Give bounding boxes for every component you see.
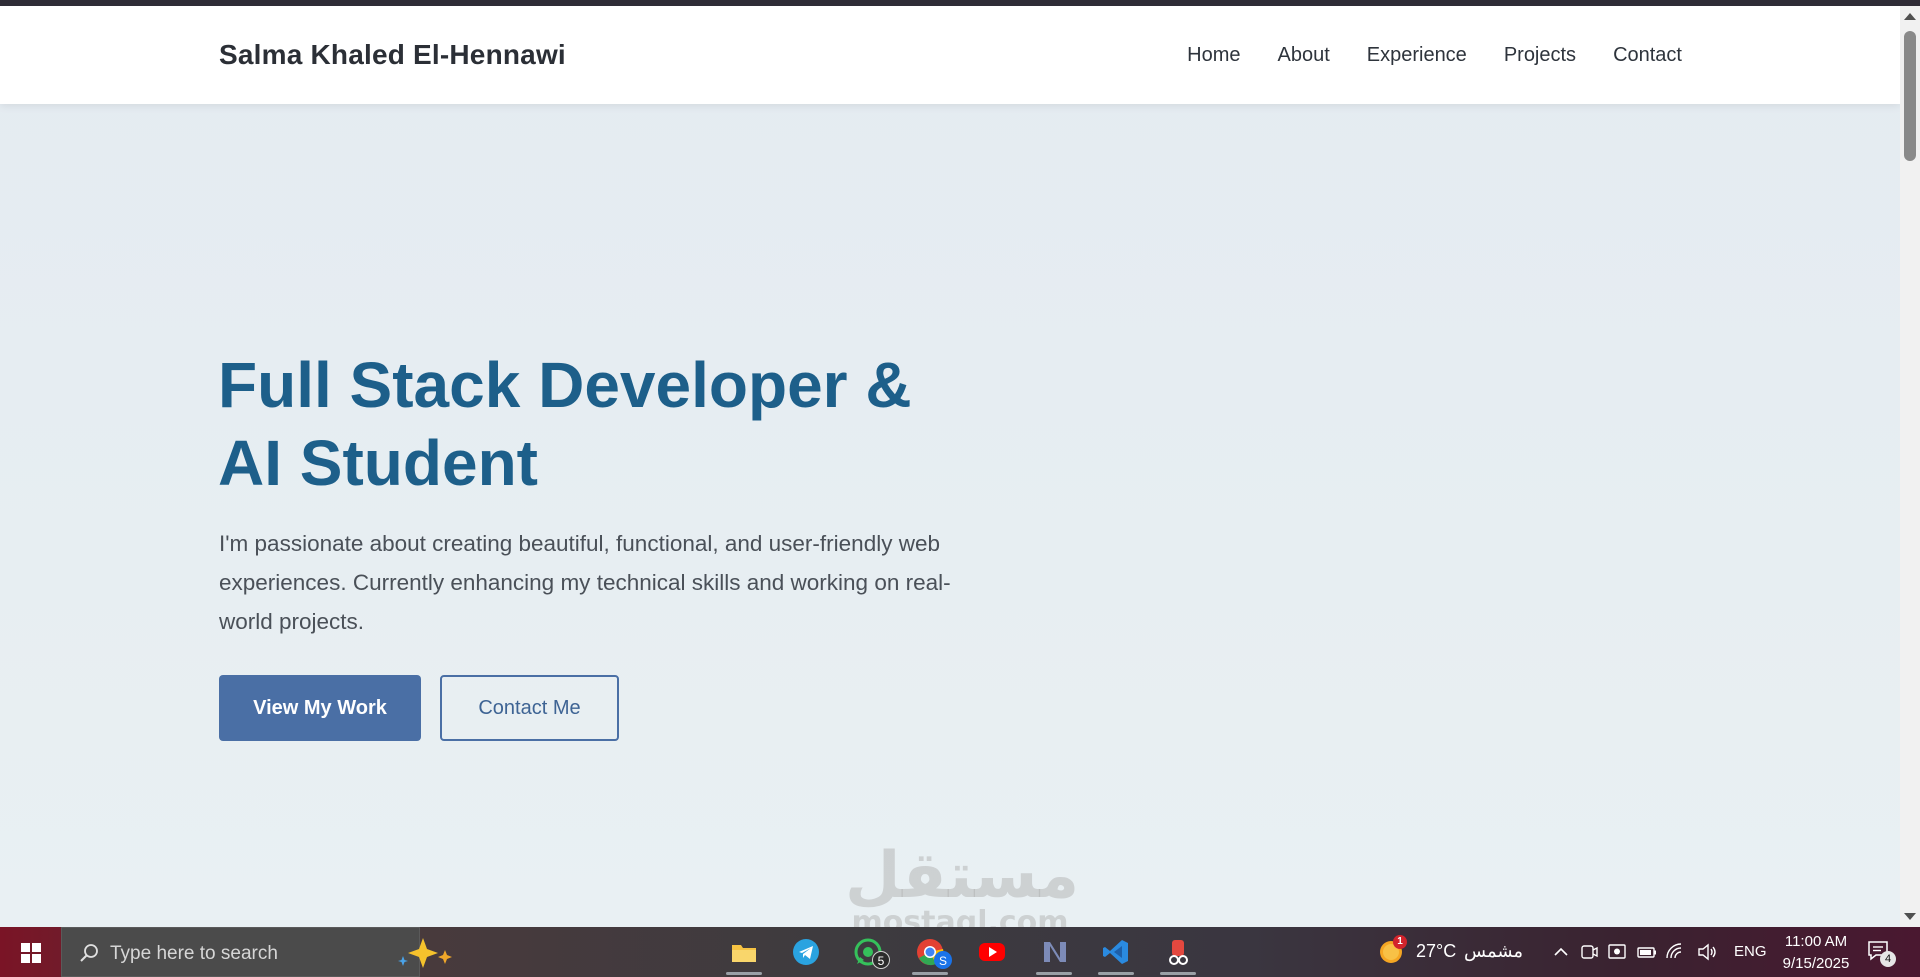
telegram-icon <box>793 939 819 965</box>
nav-link-projects[interactable]: Projects <box>1504 44 1576 67</box>
whatsapp-button[interactable]: 5 <box>844 927 892 977</box>
search-placeholder: Type here to search <box>110 943 278 964</box>
meet-now-icon[interactable] <box>1578 941 1600 963</box>
screen-recorder-icon[interactable] <box>1606 941 1628 963</box>
page-scrollbar[interactable] <box>1900 6 1920 927</box>
notification-center-button[interactable]: 4 <box>1866 939 1896 967</box>
windows-logo-icon <box>21 943 41 963</box>
active-indicator <box>726 972 762 975</box>
vscode-button[interactable] <box>1092 927 1140 977</box>
active-indicator <box>912 972 948 975</box>
chrome-profile-badge: S <box>934 951 952 969</box>
hero-title: Full Stack Developer & AI Student <box>218 346 998 502</box>
taskbar-clock[interactable]: 11:00 AM 9/15/2025 <box>1764 931 1868 975</box>
nav-link-experience[interactable]: Experience <box>1367 44 1467 67</box>
youtube-icon <box>979 943 1005 961</box>
windows-taskbar: Type here to search 5 S 1 27°C مشمس ENG … <box>0 927 1920 977</box>
weather-description[interactable]: مشمس <box>1464 941 1523 962</box>
visual-studio-icon <box>1044 942 1066 962</box>
scroll-up-arrow-icon[interactable] <box>1904 13 1916 20</box>
contact-me-button[interactable]: Contact Me <box>440 675 619 741</box>
notification-count-badge: 4 <box>1880 951 1896 967</box>
hero-title-line2: AI Student <box>218 427 538 499</box>
nav-link-home[interactable]: Home <box>1187 44 1240 67</box>
view-my-work-button[interactable]: View My Work <box>219 675 421 741</box>
start-button[interactable] <box>0 927 60 977</box>
nav-link-contact[interactable]: Contact <box>1613 44 1682 67</box>
page-viewport: Salma Khaled El-Hennawi Home About Exper… <box>0 6 1900 927</box>
snipping-tool-button[interactable] <box>1154 927 1202 977</box>
nav-link-about[interactable]: About <box>1277 44 1329 67</box>
file-explorer-button[interactable] <box>720 927 768 977</box>
active-indicator <box>1036 972 1072 975</box>
mostaql-watermark: مستقل mostaql.com <box>845 839 1080 928</box>
navbar: Salma Khaled El-Hennawi Home About Exper… <box>0 6 1900 104</box>
scroll-down-arrow-icon[interactable] <box>1904 913 1916 920</box>
watermark-latin-text: mostaql.com <box>851 905 1069 928</box>
file-explorer-icon <box>732 945 756 962</box>
taskbar-search-box[interactable]: Type here to search <box>61 927 452 977</box>
youtube-button[interactable] <box>968 927 1016 977</box>
brand-name[interactable]: Salma Khaled El-Hennawi <box>219 39 566 71</box>
scroll-thumb[interactable] <box>1904 31 1916 161</box>
nav-links: Home About Experience Projects Contact <box>1187 44 1682 67</box>
copilot-sparkle-icon[interactable] <box>393 936 463 970</box>
vscode-icon <box>1103 940 1128 964</box>
clock-date: 9/15/2025 <box>1782 955 1850 972</box>
hero-description: I'm passionate about creating beautiful,… <box>219 531 951 634</box>
watermark-arabic-text: مستقل <box>845 839 1080 913</box>
visual-studio-button[interactable] <box>1030 927 1078 977</box>
search-icon <box>80 944 98 962</box>
chevron-up-icon[interactable] <box>1550 941 1572 963</box>
weather-alert-badge: 1 <box>1393 935 1407 949</box>
telegram-button[interactable] <box>782 927 830 977</box>
battery-icon[interactable] <box>1636 941 1658 963</box>
wifi-icon[interactable] <box>1664 941 1686 963</box>
active-indicator <box>1098 972 1134 975</box>
clock-time: 11:00 AM <box>1784 933 1848 950</box>
whatsapp-unread-badge: 5 <box>872 951 890 969</box>
language-indicator[interactable]: ENG <box>1734 943 1767 960</box>
hero-title-line1: Full Stack Developer & <box>218 349 912 421</box>
chrome-button[interactable]: S <box>906 927 954 977</box>
snipping-tool-icon <box>1169 940 1188 965</box>
weather-temperature[interactable]: 27°C <box>1416 941 1456 962</box>
volume-icon[interactable] <box>1696 941 1718 963</box>
active-indicator <box>1160 972 1196 975</box>
